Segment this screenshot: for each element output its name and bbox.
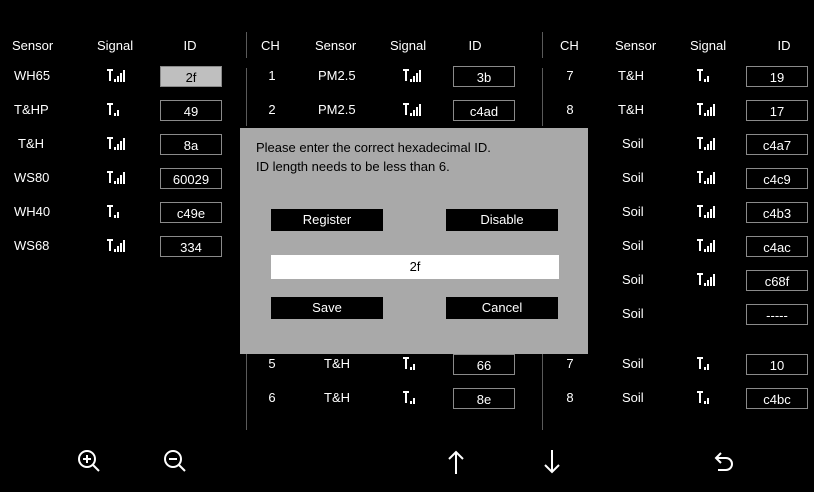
sensor-name: Soil (622, 136, 644, 151)
column-separator (246, 354, 247, 430)
dialog-message-line1: Please enter the correct hexadecimal ID. (256, 140, 491, 155)
signal-4-bars-icon (697, 239, 715, 252)
sensor-id-field[interactable]: 60029 (160, 168, 222, 189)
sensor-name: T&HP (14, 102, 49, 117)
signal-2-bars-icon (107, 205, 119, 218)
signal-2-bars-icon (697, 357, 709, 370)
col1-header-id: ID (183, 38, 197, 53)
sensor-name: T&H (618, 102, 644, 117)
sensor-id-field[interactable]: c4b3 (746, 202, 808, 223)
column-separator (542, 354, 543, 430)
signal-4-bars-icon (697, 171, 715, 184)
signal-4-bars-icon (107, 239, 125, 252)
sensor-name: Soil (622, 306, 644, 321)
col1-header-signal: Signal (97, 38, 134, 53)
disable-button[interactable]: Disable (446, 209, 558, 231)
signal-2-bars-icon (697, 391, 709, 404)
sensor-name: T&H (18, 136, 44, 151)
column-separator (246, 32, 247, 58)
sensor-name: Soil (622, 272, 644, 287)
sensor-name: Soil (622, 356, 644, 371)
sensor-name: PM2.5 (318, 102, 356, 117)
signal-4-bars-icon (107, 137, 125, 150)
arrow-up-icon[interactable] (440, 446, 472, 478)
sensor-id-field[interactable]: 10 (746, 354, 808, 375)
sensor-id-field[interactable]: 49 (160, 100, 222, 121)
channel-number: 1 (268, 68, 276, 83)
sensor-id-field[interactable]: 8a (160, 134, 222, 155)
zoom-in-icon[interactable] (74, 446, 106, 478)
signal-2-bars-icon (403, 391, 415, 404)
sensor-id-field[interactable]: 66 (453, 354, 515, 375)
sensor-name: WS80 (14, 170, 50, 185)
sensor-id-field[interactable]: c4c9 (746, 168, 808, 189)
sensor-id-field[interactable]: 2f (160, 66, 222, 87)
sensor-id-field[interactable]: c4ad (453, 100, 515, 121)
save-button[interactable]: Save (271, 297, 383, 319)
cancel-button[interactable]: Cancel (446, 297, 558, 319)
sensor-name: WH40 (14, 204, 51, 219)
col3-header-id: ID (777, 38, 791, 53)
column-separator (246, 68, 247, 126)
col2-header-signal: Signal (390, 38, 427, 53)
channel-number: 2 (268, 102, 276, 117)
hex-id-dialog: Please enter the correct hexadecimal ID.… (240, 128, 588, 354)
sensor-name: PM2.5 (318, 68, 356, 83)
screen-frame: Sensor Signal ID CH Sensor Signal ID CH … (0, 0, 814, 492)
sensor-id-field[interactable]: 19 (746, 66, 808, 87)
signal-4-bars-icon (403, 69, 421, 82)
sensor-name: T&H (324, 356, 350, 371)
signal-4-bars-icon (107, 171, 125, 184)
sensor-name: WS68 (14, 238, 50, 253)
signal-2-bars-icon (403, 357, 415, 370)
col3-header-signal: Signal (690, 38, 727, 53)
sensor-id-field[interactable]: 8e (453, 388, 515, 409)
back-icon[interactable] (706, 446, 738, 478)
column-separator (542, 68, 543, 126)
sensor-name: T&H (618, 68, 644, 83)
signal-2-bars-icon (697, 69, 709, 82)
signal-4-bars-icon (697, 103, 715, 116)
sensor-id-field[interactable]: 17 (746, 100, 808, 121)
signal-4-bars-icon (697, 273, 715, 286)
sensor-name: Soil (622, 390, 644, 405)
channel-number: 5 (268, 356, 276, 371)
sensor-id-field[interactable]: c4bc (746, 388, 808, 409)
col3-header-ch: CH (560, 38, 579, 53)
column-separator (542, 32, 543, 58)
signal-2-bars-icon (107, 103, 119, 116)
sensor-name: T&H (324, 390, 350, 405)
sensor-id-field[interactable]: 334 (160, 236, 222, 257)
channel-number: 8 (566, 102, 574, 117)
sensor-name: Soil (622, 204, 644, 219)
sensor-id-field[interactable]: c4ac (746, 236, 808, 257)
col2-header-id: ID (468, 38, 482, 53)
signal-4-bars-icon (403, 103, 421, 116)
dialog-message-line2: ID length needs to be less than 6. (256, 159, 450, 174)
sensor-name: Soil (622, 238, 644, 253)
signal-4-bars-icon (697, 205, 715, 218)
sensor-id-field[interactable]: c49e (160, 202, 222, 223)
hex-id-input[interactable]: 2f (271, 255, 559, 279)
channel-number: 8 (566, 390, 574, 405)
signal-4-bars-icon (107, 69, 125, 82)
register-button[interactable]: Register (271, 209, 383, 231)
sensor-id-field[interactable]: ----- (746, 304, 808, 325)
channel-number: 7 (566, 356, 574, 371)
sensor-id-panel: Sensor Signal ID CH Sensor Signal ID CH … (2, 10, 812, 492)
arrow-down-icon[interactable] (536, 446, 568, 478)
sensor-id-field[interactable]: c4a7 (746, 134, 808, 155)
sensor-id-field[interactable]: c68f (746, 270, 808, 291)
channel-number: 7 (566, 68, 574, 83)
col1-header-sensor: Sensor (12, 38, 54, 53)
sensor-name: WH65 (14, 68, 51, 83)
channel-number: 6 (268, 390, 276, 405)
signal-4-bars-icon (697, 137, 715, 150)
sensor-name: Soil (622, 170, 644, 185)
col2-header-sensor: Sensor (315, 38, 357, 53)
col3-header-sensor: Sensor (615, 38, 657, 53)
sensor-id-field[interactable]: 3b (453, 66, 515, 87)
col2-header-ch: CH (261, 38, 280, 53)
zoom-out-icon[interactable] (160, 446, 192, 478)
